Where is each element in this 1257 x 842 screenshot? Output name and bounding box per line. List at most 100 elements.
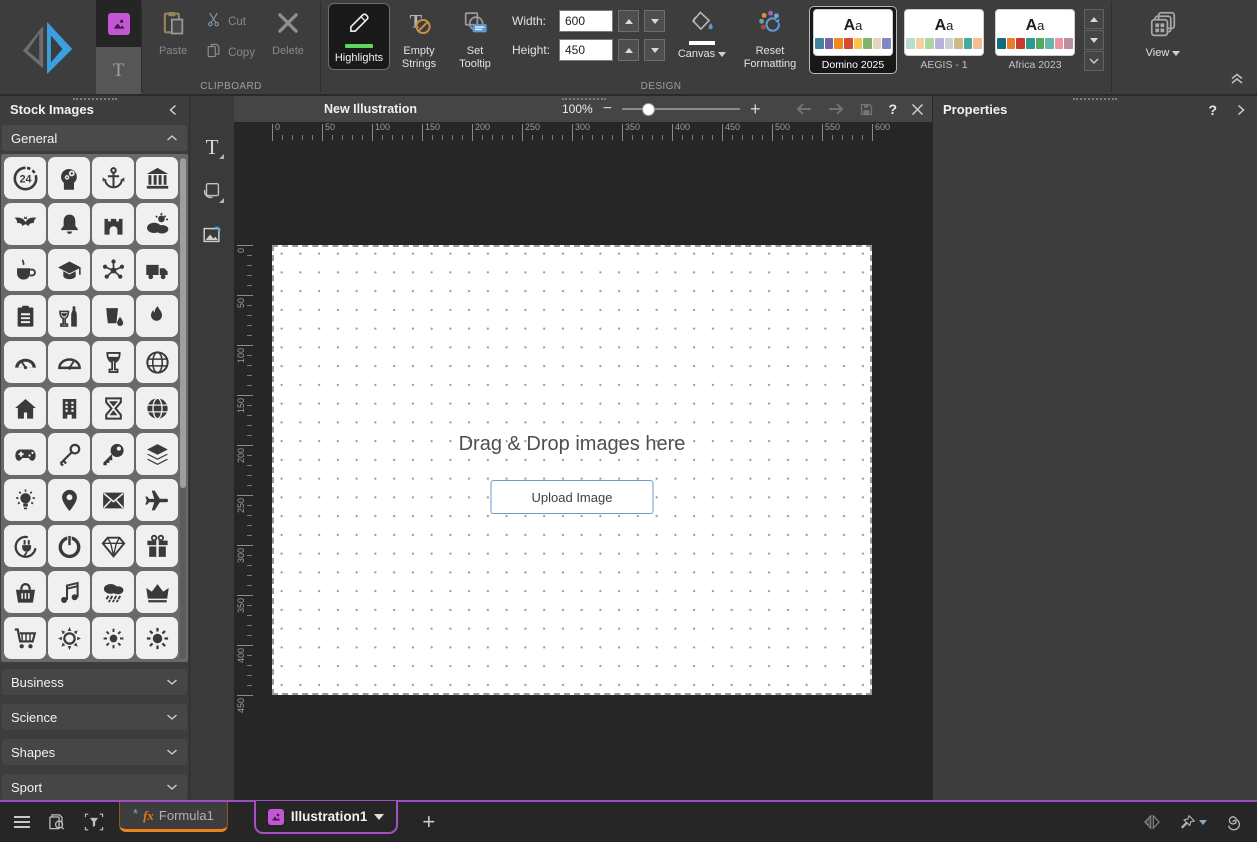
stock-image-gauge-icon[interactable] bbox=[4, 341, 46, 383]
reset-formatting-button[interactable]: Reset Formatting bbox=[733, 3, 807, 71]
sidebar-section-business[interactable]: Business bbox=[2, 669, 187, 695]
stock-image-anchor-icon[interactable] bbox=[92, 157, 134, 199]
height-input[interactable] bbox=[559, 39, 613, 61]
height-decrement-button[interactable] bbox=[644, 39, 665, 61]
gallery-scroll-up-button[interactable] bbox=[1084, 9, 1104, 29]
expand-panel-button[interactable] bbox=[1235, 103, 1247, 117]
theme-aegis-1[interactable]: AaAEGIS - 1 bbox=[900, 6, 988, 74]
highlights-button[interactable]: Highlights bbox=[328, 3, 390, 70]
tab-formula1[interactable]: * fx Formula1 bbox=[119, 802, 228, 832]
zoom-slider-thumb[interactable] bbox=[642, 103, 655, 116]
tab-dropdown-caret-icon[interactable] bbox=[374, 814, 384, 825]
collapse-ribbon-button[interactable] bbox=[1229, 72, 1245, 90]
stock-image-sun-outline-icon[interactable] bbox=[48, 617, 90, 659]
menu-hamburger-button[interactable] bbox=[14, 816, 30, 828]
stock-image-truck-icon[interactable] bbox=[136, 249, 178, 291]
stock-image-sun-small-icon[interactable] bbox=[92, 617, 134, 659]
paste-button[interactable]: Paste bbox=[149, 3, 197, 58]
stock-image-light-bulb-icon[interactable] bbox=[4, 479, 46, 521]
stock-image-castle-icon[interactable] bbox=[92, 203, 134, 245]
width-decrement-button[interactable] bbox=[644, 10, 665, 32]
upload-image-button[interactable]: Upload Image bbox=[491, 480, 654, 514]
stock-image-shopping-basket-icon[interactable] bbox=[4, 571, 46, 613]
stock-image-office-building-icon[interactable] bbox=[48, 387, 90, 429]
gallery-expand-button[interactable] bbox=[1084, 51, 1104, 71]
stock-image-bank-icon[interactable] bbox=[136, 157, 178, 199]
save-button[interactable] bbox=[859, 102, 874, 117]
stock-image-music-notes-icon[interactable] bbox=[48, 571, 90, 613]
stock-image-sun-rays-icon[interactable] bbox=[136, 617, 178, 659]
width-input[interactable] bbox=[559, 10, 613, 32]
stock-image-power-plug-icon[interactable] bbox=[4, 525, 46, 567]
copy-button[interactable]: Copy bbox=[199, 38, 261, 67]
cut-button[interactable]: Cut bbox=[199, 7, 261, 36]
properties-help-button[interactable]: ? bbox=[1208, 102, 1217, 118]
height-increment-button[interactable] bbox=[618, 39, 639, 61]
help-button[interactable]: ? bbox=[888, 101, 897, 117]
width-increment-button[interactable] bbox=[618, 10, 639, 32]
tab-text-ribbon[interactable]: T bbox=[96, 47, 141, 94]
image-tool-button[interactable] bbox=[197, 220, 227, 250]
stock-image-globe-grid-icon[interactable] bbox=[136, 387, 178, 429]
stock-image-bat-icon[interactable] bbox=[4, 203, 46, 245]
set-tooltip-button[interactable]: Set Tooltip bbox=[448, 3, 502, 71]
stock-image-support-24h-icon[interactable]: 24 bbox=[4, 157, 46, 199]
stock-image-molecule-icon[interactable] bbox=[92, 249, 134, 291]
redo-arrow-button[interactable] bbox=[827, 102, 845, 116]
illustration-canvas[interactable]: Drag & Drop images here Upload Image bbox=[272, 245, 872, 695]
tab-illustration1[interactable]: Illustration1 bbox=[254, 801, 399, 834]
stock-image-airplane-icon[interactable] bbox=[136, 479, 178, 521]
spiral-tool-button[interactable] bbox=[1223, 812, 1243, 832]
filter-tabs-button[interactable] bbox=[84, 813, 104, 831]
search-documents-button[interactable] bbox=[47, 812, 67, 832]
empty-strings-button[interactable]: T Empty Strings bbox=[392, 3, 446, 71]
stock-image-graduation-cap-icon[interactable] bbox=[48, 249, 90, 291]
slideshow-button[interactable] bbox=[1142, 812, 1162, 832]
tab-illustration-ribbon[interactable] bbox=[96, 0, 141, 47]
zoom-slider[interactable] bbox=[622, 108, 740, 110]
stock-image-wine-bottle-icon[interactable] bbox=[48, 295, 90, 337]
stock-image-cloud-sun-icon[interactable] bbox=[136, 203, 178, 245]
stock-image-key-outline-icon[interactable] bbox=[48, 433, 90, 475]
stock-image-envelope-icon[interactable] bbox=[92, 479, 134, 521]
theme-domino-2025[interactable]: AaDomino 2025 bbox=[809, 6, 897, 74]
sidebar-section-shapes[interactable]: Shapes bbox=[2, 739, 187, 765]
stock-image-wine-glass-icon[interactable] bbox=[92, 341, 134, 383]
stock-image-shopping-cart-icon[interactable] bbox=[4, 617, 46, 659]
theme-africa-2023[interactable]: AaAfrica 2023 bbox=[991, 6, 1079, 74]
stock-image-hourglass-icon[interactable] bbox=[92, 387, 134, 429]
stock-image-game-controller-icon[interactable] bbox=[4, 433, 46, 475]
stock-image-globe-lines-icon[interactable] bbox=[136, 341, 178, 383]
stock-image-layers-icon[interactable] bbox=[136, 433, 178, 475]
sidebar-section-science[interactable]: Science bbox=[2, 704, 187, 730]
stock-image-bell-icon[interactable] bbox=[48, 203, 90, 245]
add-tab-button[interactable]: + bbox=[422, 802, 435, 842]
stock-image-fire-icon[interactable] bbox=[136, 295, 178, 337]
stock-image-head-gears-icon[interactable] bbox=[48, 157, 90, 199]
collapse-panel-button[interactable] bbox=[167, 103, 179, 117]
stock-image-clipboard-icon[interactable] bbox=[4, 295, 46, 337]
canvas-dropdown-button[interactable]: Canvas bbox=[673, 3, 731, 61]
pin-tool-button[interactable] bbox=[1178, 813, 1207, 832]
undo-arrow-button[interactable] bbox=[795, 102, 813, 116]
stock-image-coffee-icon[interactable] bbox=[4, 249, 46, 291]
stock-image-home-icon[interactable] bbox=[4, 387, 46, 429]
stock-image-crown-icon[interactable] bbox=[136, 571, 178, 613]
stock-image-key-solid-icon[interactable] bbox=[92, 433, 134, 475]
stock-image-power-button-icon[interactable] bbox=[48, 525, 90, 567]
close-document-button[interactable] bbox=[911, 103, 924, 116]
stock-image-drink-drop-icon[interactable] bbox=[92, 295, 134, 337]
stock-image-gauge-needle-icon[interactable] bbox=[48, 341, 90, 383]
shape-tool-button[interactable] bbox=[197, 176, 227, 206]
gallery-scroll-down-button[interactable] bbox=[1084, 30, 1104, 50]
zoom-out-button[interactable]: − bbox=[603, 101, 612, 117]
sidebar-section-sport[interactable]: Sport bbox=[2, 774, 187, 800]
text-tool-button[interactable]: T bbox=[197, 132, 227, 162]
zoom-in-button[interactable]: + bbox=[750, 100, 761, 118]
stock-image-diamond-icon[interactable] bbox=[92, 525, 134, 567]
view-dropdown-button[interactable]: View bbox=[1131, 3, 1195, 60]
stock-grid-scrollbar[interactable] bbox=[180, 157, 186, 659]
stock-image-rain-cloud-icon[interactable] bbox=[92, 571, 134, 613]
delete-button[interactable]: Delete bbox=[263, 3, 313, 58]
sidebar-section-general[interactable]: General bbox=[2, 125, 187, 151]
